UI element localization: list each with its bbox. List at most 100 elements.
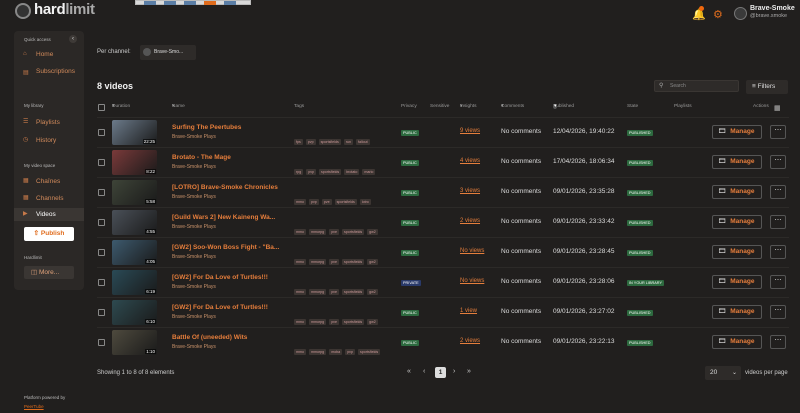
sidebar-item-channels[interactable]: ▦ Channels	[14, 192, 84, 205]
logo-text[interactable]: hardlimit	[34, 1, 95, 18]
more-actions-button[interactable]: ⋯	[770, 125, 786, 139]
tag-chip[interactable]: mmo	[294, 319, 306, 325]
tag-chip[interactable]: pvp	[305, 139, 316, 145]
insights-link[interactable]: 9 views	[460, 128, 480, 134]
sidebar-item-subscriptions[interactable]: ▤ Subscriptions	[14, 66, 84, 90]
insights-link[interactable]: 4 views	[460, 158, 480, 164]
more-actions-button[interactable]: ⋯	[770, 185, 786, 199]
video-channel-link[interactable]: Brave-Smoke Plays	[172, 284, 216, 290]
manage-button[interactable]: 🎞 Manage	[712, 275, 762, 289]
tag-chip[interactable]: sportsfields	[357, 349, 381, 355]
tag-chip[interactable]: mmorpg	[309, 319, 327, 325]
tag-chip[interactable]: mmo	[294, 349, 306, 355]
tag-chip[interactable]: sportsfields	[341, 319, 365, 325]
user-name[interactable]: Brave-Smoke	[750, 5, 795, 12]
more-actions-button[interactable]: ⋯	[770, 245, 786, 259]
insights-link[interactable]: 2 views	[460, 218, 480, 224]
video-channel-link[interactable]: Brave-Smoke Plays	[172, 134, 216, 140]
video-channel-link[interactable]: Brave-Smoke Plays	[172, 254, 216, 260]
video-title-link[interactable]: [Guild Wars 2] New Kaineng Wa...	[172, 214, 282, 221]
tag-chip[interactable]: gw2	[367, 289, 378, 295]
filters-button[interactable]: ≡ Filters	[746, 80, 788, 94]
tag-chip[interactable]: sportsfields	[341, 259, 365, 265]
tag-chip[interactable]: run	[343, 139, 353, 145]
video-title-link[interactable]: [GW2] For Da Love of Turtles!!!	[172, 304, 282, 311]
prev-page-icon[interactable]: ‹	[423, 368, 425, 375]
tag-chip[interactable]: mmorpg	[309, 349, 327, 355]
tag-chip[interactable]: lotro	[359, 199, 371, 205]
row-checkbox[interactable]	[98, 219, 105, 226]
manage-button[interactable]: 🎞 Manage	[712, 185, 762, 199]
avatar[interactable]	[734, 7, 747, 20]
sidebar-item-playlists[interactable]: ☰ Playlists	[14, 116, 84, 129]
tag-chip[interactable]: pve	[321, 199, 332, 205]
search-input[interactable]: ⚲ Search	[654, 80, 739, 92]
video-channel-link[interactable]: Brave-Smoke Plays	[172, 314, 216, 320]
tag-chip[interactable]: pve	[329, 319, 339, 325]
manage-button[interactable]: 🎞 Manage	[712, 335, 762, 349]
video-title-link[interactable]: Brotato - The Mage	[172, 154, 282, 161]
row-checkbox[interactable]	[98, 189, 105, 196]
tag-chip[interactable]: mmo	[294, 229, 306, 235]
insights-link[interactable]: No views	[460, 248, 484, 254]
columns-settings-icon[interactable]: ▦	[774, 104, 781, 112]
more-actions-button[interactable]: ⋯	[770, 335, 786, 349]
video-thumbnail[interactable]: 6:10	[112, 300, 157, 325]
video-thumbnail[interactable]: 1:10	[112, 330, 157, 355]
more-actions-button[interactable]: ⋯	[770, 305, 786, 319]
insights-link[interactable]: 2 views	[460, 338, 480, 344]
peertube-link[interactable]: PeerTube	[24, 404, 44, 409]
manage-button[interactable]: 🎞 Manage	[712, 155, 762, 169]
tag-chip[interactable]: mmo	[294, 199, 306, 205]
row-checkbox[interactable]	[98, 249, 105, 256]
row-checkbox[interactable]	[98, 159, 105, 166]
tag-chip[interactable]: mmorpg	[309, 289, 327, 295]
tag-chip[interactable]: gw2	[367, 229, 378, 235]
video-channel-link[interactable]: Brave-Smoke Plays	[172, 164, 216, 170]
tag-chip[interactable]: fallout	[355, 139, 370, 145]
next-page-icon[interactable]: ›	[453, 368, 455, 375]
video-title-link[interactable]: Surfing The Peertubes	[172, 124, 282, 131]
manage-button[interactable]: 🎞 Manage	[712, 125, 762, 139]
video-title-link[interactable]: Battle Of (uneeded) Wits	[172, 334, 282, 341]
video-thumbnail[interactable]: 4:05	[112, 240, 157, 265]
logo-icon[interactable]	[15, 3, 31, 19]
tag-chip[interactable]: sportsfields	[319, 169, 342, 175]
more-actions-button[interactable]: ⋯	[770, 215, 786, 229]
video-title-link[interactable]: [LOTRO] Brave-Smoke Chronicles	[172, 184, 282, 191]
manage-button[interactable]: 🎞 Manage	[712, 215, 762, 229]
insights-link[interactable]: 1 view	[460, 308, 477, 314]
tag-chip[interactable]: sportsfields	[318, 139, 341, 145]
tag-chip[interactable]: gw2	[367, 319, 378, 325]
insights-link[interactable]: 3 views	[460, 188, 480, 194]
tag-chip[interactable]: mmorpg	[309, 229, 327, 235]
per-page-select[interactable]: 20 ⌄	[705, 366, 741, 380]
tag-chip[interactable]: mmo	[294, 289, 306, 295]
current-page[interactable]: 1	[435, 367, 446, 378]
tag-chip[interactable]: mmorpg	[309, 259, 327, 265]
video-thumbnail[interactable]: 5:58	[112, 180, 157, 205]
video-thumbnail[interactable]: 6:19	[112, 270, 157, 295]
last-page-icon[interactable]: »	[467, 368, 471, 375]
video-thumbnail[interactable]: 8:22	[112, 150, 157, 175]
tag-chip[interactable]: pve	[329, 229, 339, 235]
select-all-checkbox[interactable]	[98, 104, 105, 111]
more-button[interactable]: ◫ More...	[24, 266, 74, 279]
tag-chip[interactable]: pve	[329, 289, 339, 295]
col-duration[interactable]: Duration ▾	[112, 104, 130, 109]
row-checkbox[interactable]	[98, 339, 105, 346]
manage-button[interactable]: 🎞 Manage	[712, 305, 762, 319]
video-channel-link[interactable]: Brave-Smoke Plays	[172, 194, 216, 200]
collapse-sidebar-button[interactable]: ‹	[69, 35, 77, 43]
sidebar-item-home[interactable]: ⌂ Home	[14, 48, 84, 61]
video-thumbnail[interactable]: 22:25	[112, 120, 157, 145]
tag-chip[interactable]: gw2	[367, 259, 378, 265]
tag-chip[interactable]: moba	[329, 349, 343, 355]
col-insights[interactable]: Insights ▾	[460, 104, 477, 109]
row-checkbox[interactable]	[98, 309, 105, 316]
sidebar-item-history[interactable]: ◷ History	[14, 134, 84, 147]
col-name[interactable]: Name ▾	[172, 104, 185, 109]
sidebar-item-videos[interactable]: ▶ Videos	[14, 208, 84, 221]
first-page-icon[interactable]: «	[407, 368, 411, 375]
publish-button[interactable]: ⇧ Publish	[24, 227, 74, 241]
